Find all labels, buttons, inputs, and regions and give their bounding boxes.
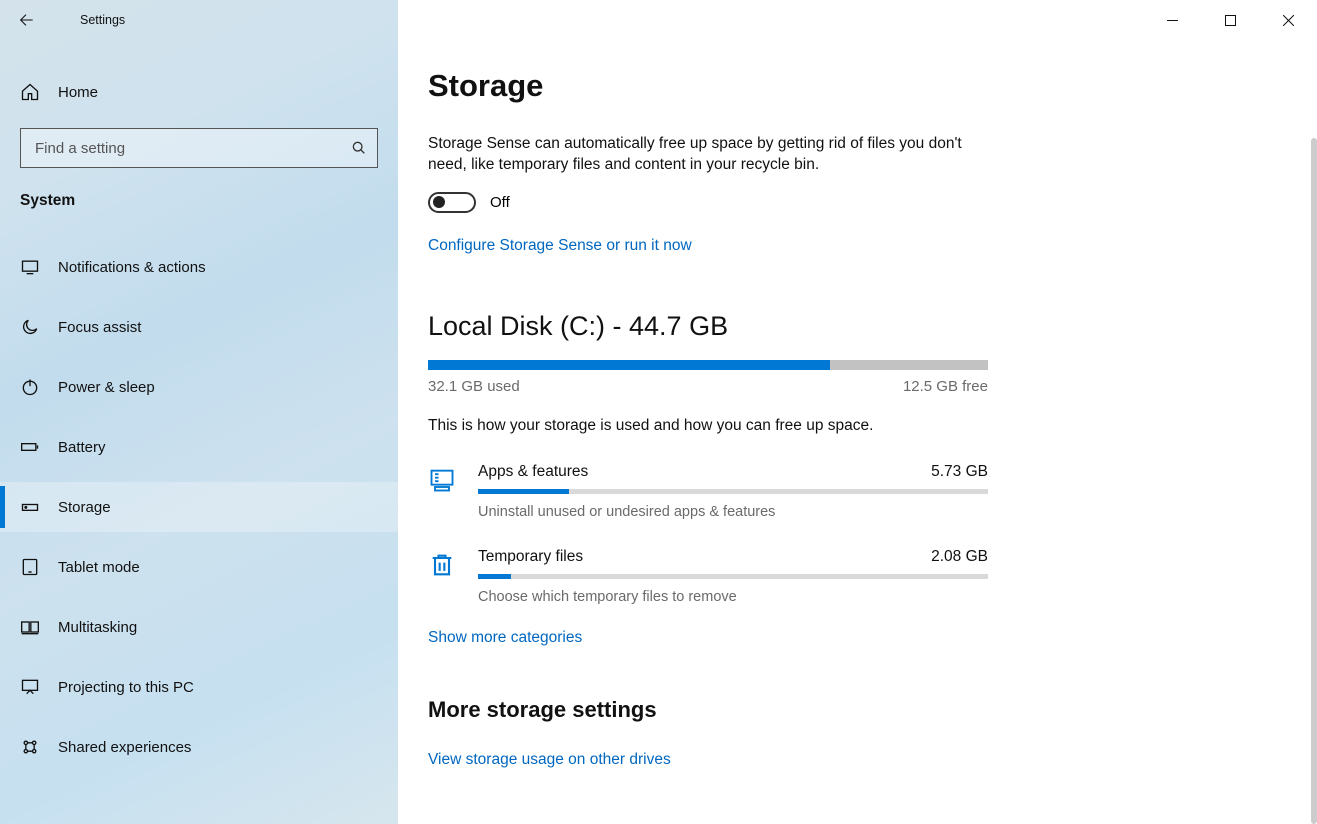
category-sub: Uninstall unused or undesired apps & fea…	[478, 504, 988, 520]
multitasking-icon	[20, 617, 40, 637]
search-box[interactable]	[20, 128, 378, 168]
toggle-knob	[433, 196, 445, 208]
disk-usage-bar	[428, 360, 988, 370]
disk-usage-fill	[428, 360, 830, 370]
sidebar-item-label: Shared experiences	[58, 739, 191, 756]
category-size: 5.73 GB	[931, 463, 988, 481]
storage-explain-text: This is how your storage is used and how…	[428, 417, 1287, 435]
search-input[interactable]	[35, 140, 351, 157]
sidebar-item-focus-assist[interactable]: Focus assist	[0, 302, 398, 352]
nav-list: Notifications & actions Focus assist Pow…	[0, 242, 398, 772]
sidebar-item-shared-experiences[interactable]: Shared experiences	[0, 722, 398, 772]
sidebar-item-tablet-mode[interactable]: Tablet mode	[0, 542, 398, 592]
battery-icon	[20, 437, 40, 457]
moon-icon	[20, 317, 40, 337]
category-label: Temporary files	[478, 548, 583, 566]
shared-icon	[20, 737, 40, 757]
more-storage-heading: More storage settings	[428, 697, 1287, 723]
storage-icon	[20, 497, 40, 517]
disk-stats: 32.1 GB used 12.5 GB free	[428, 378, 988, 395]
category-bar-fill	[478, 574, 511, 579]
projecting-icon	[20, 677, 40, 697]
page-title: Storage	[428, 68, 1287, 104]
show-more-categories-link[interactable]: Show more categories	[428, 629, 582, 647]
category-bar	[478, 574, 988, 579]
sidebar-item-label: Multitasking	[58, 619, 137, 636]
scrollbar[interactable]	[1311, 138, 1317, 824]
category-bar	[478, 489, 988, 494]
apps-features-icon	[428, 463, 478, 520]
disk-used-text: 32.1 GB used	[428, 378, 520, 395]
title-bar: Settings	[0, 0, 1317, 40]
storage-sense-text: Storage Sense can automatically free up …	[428, 134, 988, 176]
other-drives-link[interactable]: View storage usage on other drives	[428, 751, 671, 769]
minimize-icon	[1167, 15, 1178, 26]
category-sub: Choose which temporary files to remove	[478, 589, 988, 605]
sidebar-item-battery[interactable]: Battery	[0, 422, 398, 472]
close-icon	[1283, 15, 1294, 26]
category-bar-fill	[478, 489, 569, 494]
storage-sense-toggle-row: Off	[428, 192, 1287, 213]
storage-sense-toggle[interactable]	[428, 192, 476, 213]
toggle-state-label: Off	[490, 194, 510, 211]
sidebar-home[interactable]: Home	[0, 68, 398, 116]
sidebar: Home System Notifications & actions	[0, 0, 398, 824]
disk-free-text: 12.5 GB free	[903, 378, 988, 395]
sidebar-section-label: System	[0, 174, 398, 220]
sidebar-item-storage[interactable]: Storage	[0, 482, 398, 532]
maximize-icon	[1225, 15, 1236, 26]
minimize-button[interactable]	[1143, 0, 1201, 40]
power-icon	[20, 377, 40, 397]
back-button[interactable]	[18, 12, 58, 28]
search-wrap	[0, 122, 398, 174]
category-label: Apps & features	[478, 463, 588, 481]
category-apps-features[interactable]: Apps & features 5.73 GB Uninstall unused…	[428, 463, 988, 520]
sidebar-item-notifications[interactable]: Notifications & actions	[0, 242, 398, 292]
sidebar-item-power-sleep[interactable]: Power & sleep	[0, 362, 398, 412]
window-title: Settings	[58, 13, 125, 27]
configure-storage-sense-link[interactable]: Configure Storage Sense or run it now	[428, 237, 692, 255]
main-content: Storage Storage Sense can automatically …	[398, 0, 1317, 824]
tablet-icon	[20, 557, 40, 577]
maximize-button[interactable]	[1201, 0, 1259, 40]
sidebar-item-projecting[interactable]: Projecting to this PC	[0, 662, 398, 712]
sidebar-item-label: Focus assist	[58, 319, 141, 336]
sidebar-home-label: Home	[58, 84, 98, 101]
sidebar-item-label: Tablet mode	[58, 559, 140, 576]
sidebar-item-label: Power & sleep	[58, 379, 155, 396]
disk-heading: Local Disk (C:) - 44.7 GB	[428, 311, 1287, 342]
home-icon	[20, 82, 40, 102]
category-temporary-files[interactable]: Temporary files 2.08 GB Choose which tem…	[428, 548, 988, 605]
sidebar-item-label: Notifications & actions	[58, 259, 206, 276]
sidebar-item-label: Battery	[58, 439, 106, 456]
sidebar-item-multitasking[interactable]: Multitasking	[0, 602, 398, 652]
trash-icon	[428, 548, 478, 605]
category-size: 2.08 GB	[931, 548, 988, 566]
back-arrow-icon	[18, 12, 34, 28]
notifications-icon	[20, 257, 40, 277]
close-button[interactable]	[1259, 0, 1317, 40]
sidebar-item-label: Storage	[58, 499, 111, 516]
search-icon	[351, 140, 367, 156]
sidebar-item-label: Projecting to this PC	[58, 679, 194, 696]
